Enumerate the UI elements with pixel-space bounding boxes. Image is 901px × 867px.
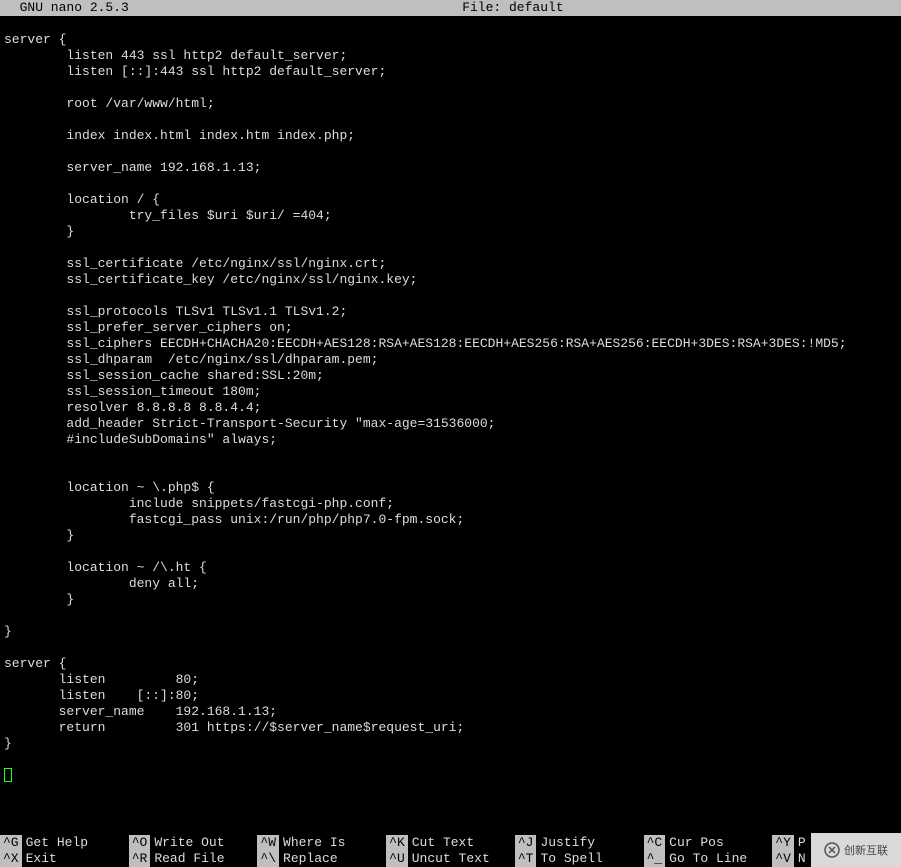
file-name: File: default — [129, 0, 897, 16]
help-item[interactable]: ^RRead File — [129, 851, 258, 867]
help-item[interactable]: ^XExit — [0, 851, 129, 867]
help-key: ^U — [386, 851, 408, 867]
help-key: ^J — [515, 835, 537, 851]
help-label: Cur Pos — [669, 835, 724, 851]
help-label: Cut Text — [412, 835, 474, 851]
editor-area[interactable]: server { listen 443 ssl http2 default_se… — [0, 16, 901, 787]
help-key: ^X — [0, 851, 22, 867]
help-item[interactable]: ^VN — [772, 851, 901, 867]
help-label: N — [798, 851, 806, 867]
help-label: Justify — [540, 835, 595, 851]
help-item[interactable]: ^GGet Help — [0, 835, 129, 851]
help-item[interactable]: ^JJustify — [515, 835, 644, 851]
help-key: ^Y — [772, 835, 794, 851]
help-item[interactable]: ^OWrite Out — [129, 835, 258, 851]
help-label: Read File — [154, 851, 224, 867]
help-item[interactable]: ^KCut Text — [386, 835, 515, 851]
help-item[interactable]: ^TTo Spell — [515, 851, 644, 867]
help-label: Uncut Text — [412, 851, 490, 867]
help-key: ^O — [129, 835, 151, 851]
help-item[interactable]: ^CCur Pos — [644, 835, 773, 851]
help-label: P — [798, 835, 806, 851]
help-bar: ^GGet Help^OWrite Out^WWhere Is^KCut Tex… — [0, 835, 901, 867]
help-key: ^C — [644, 835, 666, 851]
help-key: ^T — [515, 851, 537, 867]
help-key: ^V — [772, 851, 794, 867]
help-item[interactable]: ^\Replace — [257, 851, 386, 867]
help-item[interactable]: ^WWhere Is — [257, 835, 386, 851]
help-label: Go To Line — [669, 851, 747, 867]
help-key: ^\ — [257, 851, 279, 867]
title-bar: GNU nano 2.5.3 File: default — [0, 0, 901, 16]
help-key: ^W — [257, 835, 279, 851]
app-name: GNU nano 2.5.3 — [4, 0, 129, 16]
help-label: Get Help — [26, 835, 88, 851]
help-label: Where Is — [283, 835, 345, 851]
file-content: server { listen 443 ssl http2 default_se… — [4, 32, 847, 751]
help-key: ^R — [129, 851, 151, 867]
help-label: To Spell — [540, 851, 602, 867]
help-key: ^K — [386, 835, 408, 851]
help-label: Exit — [26, 851, 57, 867]
help-item[interactable]: ^_Go To Line — [644, 851, 773, 867]
help-item[interactable]: ^UUncut Text — [386, 851, 515, 867]
help-key: ^G — [0, 835, 22, 851]
cursor — [4, 768, 12, 782]
help-label: Replace — [283, 851, 338, 867]
help-key: ^_ — [644, 851, 666, 867]
help-label: Write Out — [154, 835, 224, 851]
help-item[interactable]: ^YP — [772, 835, 901, 851]
